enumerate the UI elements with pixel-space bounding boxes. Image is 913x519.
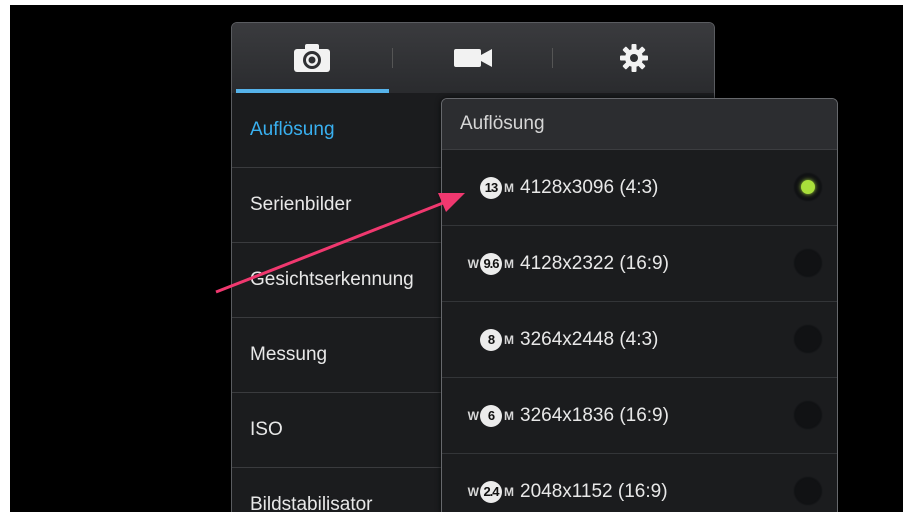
resolution-option[interactable]: W 6 M 3264x1836 (16:9) (442, 378, 837, 454)
gear-icon (619, 44, 648, 72)
megapixel-badge-icon: 13 M (442, 176, 520, 199)
menu-item-label: ISO (250, 419, 283, 440)
radio-button[interactable] (793, 248, 823, 278)
radio-button[interactable] (793, 172, 823, 202)
radio-button[interactable] (793, 324, 823, 354)
wide-marker: W (467, 484, 479, 499)
tab-settings[interactable] (553, 23, 714, 93)
menu-item-label: Auflösung (250, 119, 335, 140)
megapixel-unit: M (504, 484, 514, 499)
megapixel-badge-icon: 8M (442, 328, 520, 351)
resolution-label: 3264x1836 (16:9) (520, 404, 669, 426)
megapixel-value: 6 (480, 404, 502, 427)
megapixel-unit: M (504, 256, 514, 271)
resolution-option[interactable]: 8 M 3264x2448 (4:3) (442, 302, 837, 378)
resolution-option[interactable]: 13 M 4128x3096 (4:3) (442, 150, 837, 226)
megapixel-unit: M (504, 332, 514, 347)
tab-camera[interactable] (232, 23, 393, 93)
wide-marker: W (467, 256, 479, 271)
tab-video[interactable] (393, 23, 554, 93)
megapixel-badge-icon: W 2.4 M (442, 480, 520, 503)
settings-tabs (232, 23, 714, 93)
resolution-label: 4128x3096 (4:3) (520, 176, 659, 198)
megapixel-value: 13 (480, 176, 502, 199)
megapixel-badge-icon: W6M (442, 404, 520, 427)
resolution-options: 13 M 4128x3096 (4:3) W 9.6 M 4128x2322 (16:9) 8… (442, 150, 837, 512)
camera-icon (294, 44, 331, 72)
menu-item-label: Bildstabilisator (250, 494, 373, 512)
wide-marker: W (467, 408, 479, 423)
megapixel-value: 9.6 (480, 252, 502, 275)
radio-button[interactable] (793, 476, 823, 506)
megapixel-unit: M (504, 408, 514, 423)
radio-button[interactable] (793, 400, 823, 430)
megapixel-unit: M (504, 180, 514, 195)
menu-item-label: Serienbilder (250, 194, 352, 215)
megapixel-value: 8 (480, 328, 502, 351)
resolution-label: 2048x1152 (16:9) (520, 480, 668, 502)
megapixel-value: 2.4 (480, 480, 502, 503)
megapixel-badge-icon: W 9.6 M (442, 252, 520, 275)
camera-settings-screen: Auflösung Serienbilder Gesichtserkennung Me… (10, 5, 903, 512)
menu-item-label: Gesichtserkennung (250, 269, 414, 290)
resolution-popup: Auflösung 13 M 4128x3096 (4:3) W 9.6 M 4128x23… (441, 98, 838, 512)
resolution-option[interactable]: W 9.6 M 4128x2322 (16:9) (442, 226, 837, 302)
popup-title: Auflösung (442, 99, 837, 150)
resolution-label: 3264x2448 (4:3) (520, 328, 659, 350)
menu-item-label: Messung (250, 344, 328, 365)
resolution-option[interactable]: W 2.4 M 2048x1152 (16:9) (442, 454, 837, 512)
resolution-label: 4128x2322 (16:9) (520, 252, 669, 274)
video-camera-icon (454, 49, 492, 67)
